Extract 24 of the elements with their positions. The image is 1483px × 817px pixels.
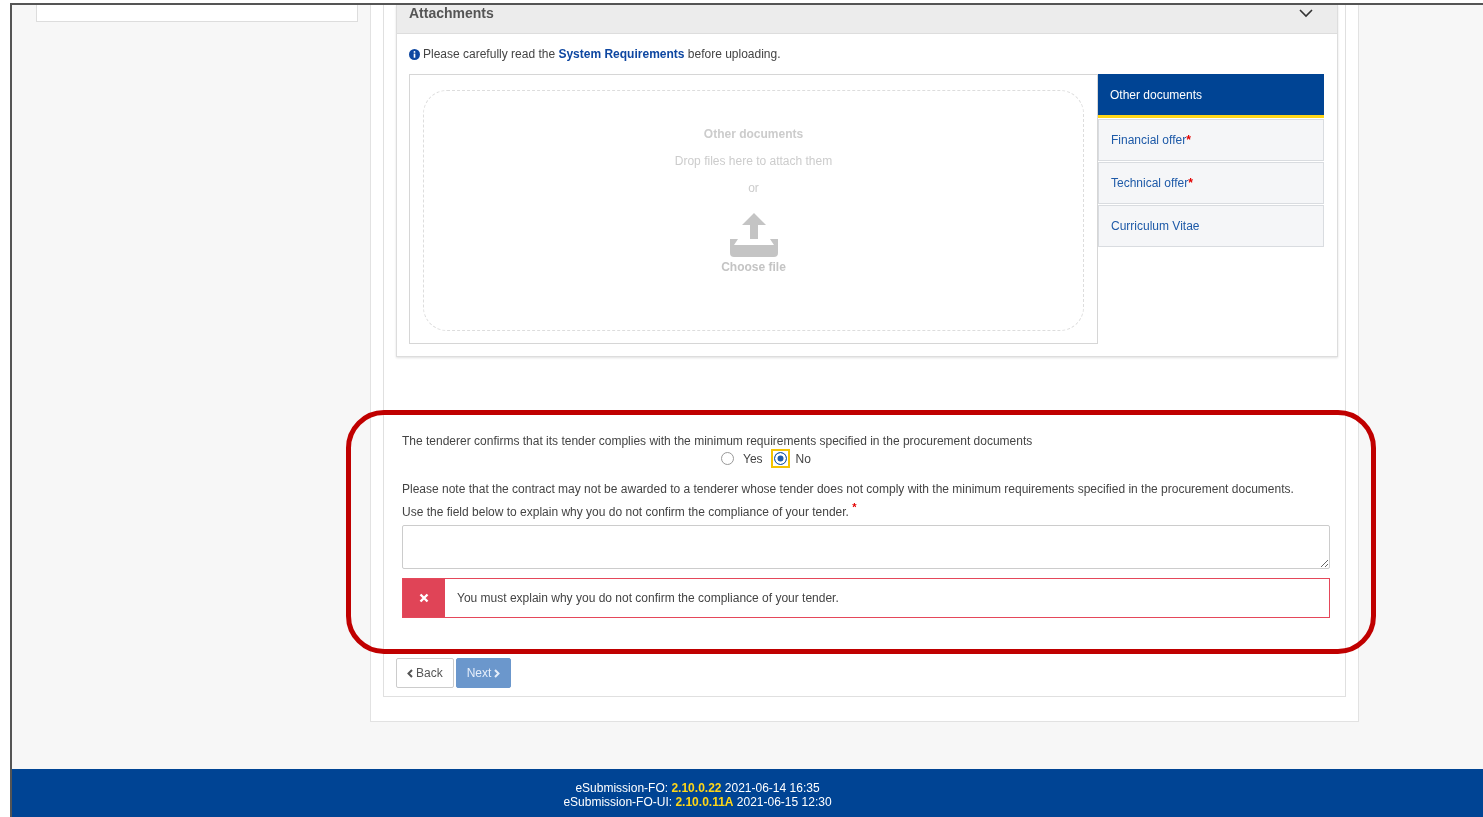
document-category-tab[interactable]: Curriculum Vitae xyxy=(1098,205,1324,247)
system-requirements-link[interactable]: System Requirements xyxy=(558,47,685,61)
error-text: You must explain why you do not confirm the compliance of your tender. xyxy=(457,591,839,605)
document-category-tab[interactable]: Other documents xyxy=(1098,74,1324,118)
upload-notice: Please carefully read the System Requirements before uploading. xyxy=(423,47,781,61)
document-category-tab[interactable]: Financial offer* xyxy=(1098,119,1324,161)
chevron-left-icon xyxy=(407,668,413,678)
radio-label: Yes xyxy=(743,451,763,466)
error-icon xyxy=(419,593,429,603)
document-category-tab[interactable]: Technical offer* xyxy=(1098,162,1324,204)
radio-button[interactable] xyxy=(770,449,790,468)
panel-title: Attachments xyxy=(409,5,494,21)
radio-label: No xyxy=(795,451,811,466)
panel-header[interactable]: Attachments xyxy=(397,5,1337,34)
explanation-field[interactable] xyxy=(402,525,1330,569)
chevron-right-icon xyxy=(494,668,501,678)
version-info: eSubmission-FO-UI: 2.10.0.11A 2021-06-15 12:30 xyxy=(562,795,833,809)
compliance-question: The tenderer confirms that its tender complies with the minimum requirements specified in the procurement documents xyxy=(402,434,1034,448)
version-info: eSubmission-FO: 2.10.0.22 2021-06-14 16:35 xyxy=(574,781,821,795)
info-icon xyxy=(409,48,420,60)
back-button[interactable]: Back xyxy=(396,658,454,688)
upload-icon xyxy=(727,213,780,257)
chevron-down-icon[interactable] xyxy=(1299,8,1313,18)
compliance-note: Please note that the contract may not be awarded to a tenderer whose tender does not comply with the minimum requirements specified in the procurement documents. xyxy=(402,482,1295,496)
